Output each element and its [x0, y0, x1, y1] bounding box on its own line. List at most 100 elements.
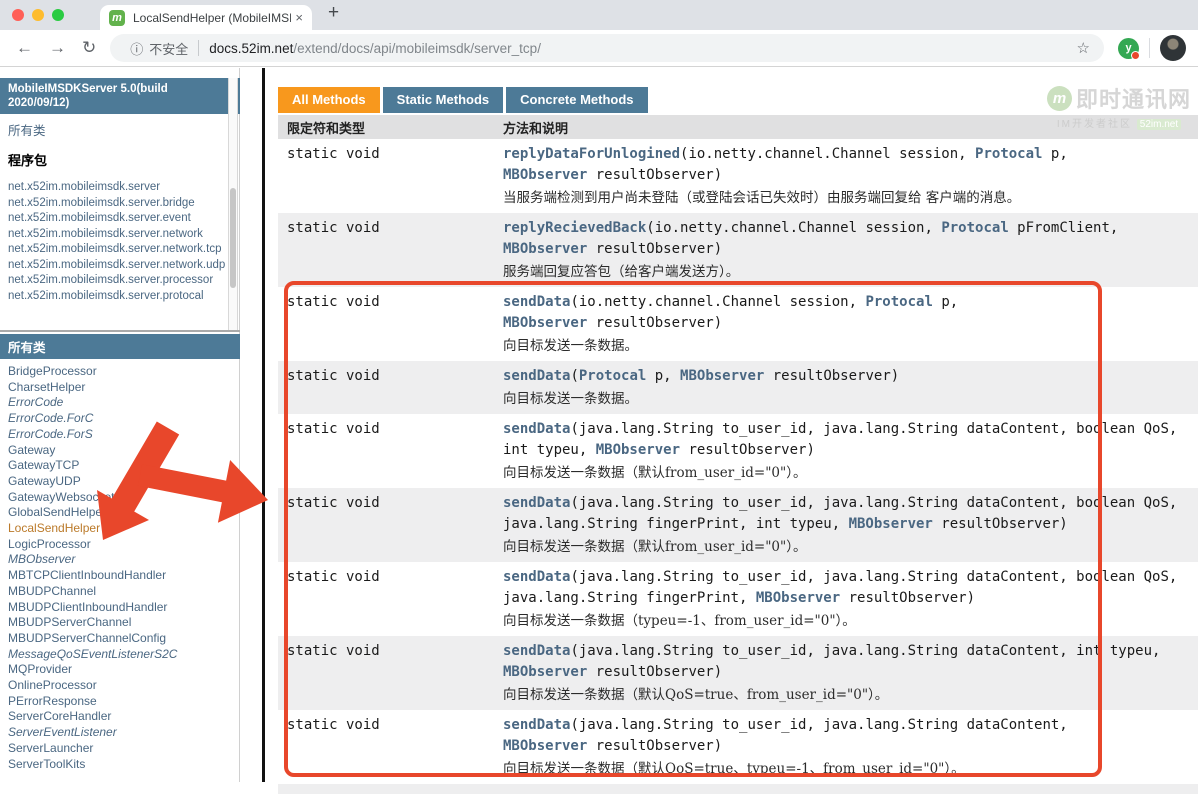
class-link[interactable]: CharsetHelper [8, 380, 85, 394]
class-link[interactable]: Gateway [8, 443, 55, 457]
class-list-item: MBTCPClientInboundHandler [8, 568, 177, 584]
security-label: 不安全 [149, 39, 188, 58]
all-classes-link[interactable]: 所有类 [8, 120, 46, 139]
method-cell: replyDataForUnlogined(io.netty.channel.C… [494, 139, 1198, 213]
type-link[interactable]: MBObserver [680, 368, 764, 384]
class-link[interactable]: GatewayTCP [8, 458, 79, 472]
method-table: static voidreplyDataForUnlogined(io.nett… [278, 139, 1198, 784]
bookmark-star-icon[interactable]: ☆ [1077, 39, 1090, 57]
class-link[interactable]: GatewayUDP [8, 474, 81, 488]
method-summary-panel: All MethodsStatic MethodsConcrete Method… [265, 68, 1198, 782]
method-link[interactable]: sendData [503, 643, 570, 659]
package-link[interactable]: net.x52im.mobileimsdk.server.event [8, 212, 191, 224]
method-link[interactable]: sendData [503, 495, 570, 511]
class-link[interactable]: BridgeProcessor [8, 364, 97, 378]
method-signature: sendData(io.netty.channel.Channel sessio… [503, 292, 1188, 334]
type-link[interactable]: Protocal [579, 368, 646, 384]
method-link[interactable]: sendData [503, 368, 570, 384]
tab-all-methods[interactable]: All Methods [278, 87, 380, 113]
class-link[interactable]: GatewayWebsocket [8, 490, 115, 504]
class-list-item: GatewayWebsocket [8, 490, 177, 506]
class-link[interactable]: MBTCPClientInboundHandler [8, 568, 166, 582]
class-link[interactable]: MQProvider [8, 662, 72, 676]
type-link[interactable]: MBObserver [503, 167, 587, 183]
class-link[interactable]: MBObserver [8, 552, 75, 566]
class-link[interactable]: ErrorCode.ForS [8, 427, 93, 441]
class-list-item: ErrorCode.ForC [8, 411, 177, 427]
type-link[interactable]: MBObserver [849, 516, 933, 532]
profile-avatar[interactable] [1160, 35, 1186, 61]
method-link[interactable]: sendData [503, 569, 570, 585]
site-favicon-icon: m [109, 10, 125, 26]
method-link[interactable]: sendData [503, 294, 570, 310]
class-link[interactable]: GlobalSendHelper [8, 505, 106, 519]
package-scrollbar-thumb[interactable] [230, 188, 236, 288]
type-link[interactable]: Protocal [865, 294, 932, 310]
class-link[interactable]: LogicProcessor [8, 537, 91, 551]
package-link[interactable]: net.x52im.mobileimsdk.server.network [8, 228, 203, 240]
class-link[interactable]: MBUDPServerChannelConfig [8, 631, 166, 645]
type-link[interactable]: MBObserver [503, 315, 587, 331]
method-cell: sendData(io.netty.channel.Channel sessio… [494, 287, 1198, 361]
class-list: BridgeProcessor CharsetHelperErrorCode Err… [8, 364, 177, 772]
class-link[interactable]: ErrorCode.ForC [8, 411, 93, 425]
tab-static-methods[interactable]: Static Methods [383, 87, 503, 113]
type-link[interactable]: MBObserver [503, 241, 587, 257]
class-link[interactable]: MBUDPChannel [8, 584, 96, 598]
class-link[interactable]: OnlineProcessor [8, 678, 97, 692]
package-link[interactable]: net.x52im.mobileimsdk.server [8, 181, 160, 193]
class-link[interactable]: ErrorCode [8, 395, 63, 409]
method-cell: sendData(java.lang.String to_user_id, ja… [494, 414, 1198, 488]
maximize-window-button[interactable] [52, 9, 64, 21]
tab-concrete-methods[interactable]: Concrete Methods [506, 87, 647, 113]
method-description: 向目标发送一条数据。 [503, 337, 1188, 356]
info-icon[interactable]: ⓘ [130, 39, 143, 58]
window-controls[interactable] [12, 9, 64, 21]
type-link[interactable]: MBObserver [596, 442, 680, 458]
package-link[interactable]: net.x52im.mobileimsdk.server.protocal [8, 290, 204, 302]
modifier-cell: static void [278, 287, 494, 361]
tab-close-icon[interactable]: × [295, 10, 303, 25]
method-signature: sendData(java.lang.String to_user_id, ja… [503, 715, 1188, 757]
forward-icon[interactable]: → [49, 38, 66, 58]
browser-tab[interactable]: m LocalSendHelper (MobileIMSD × [100, 5, 312, 30]
method-cell: sendData(Protocal p, MBObserver resultOb… [494, 361, 1198, 414]
class-link[interactable]: MessageQoSEventListenerS2C [8, 647, 177, 661]
class-link[interactable]: ServerEventListener [8, 725, 117, 739]
package-link[interactable]: net.x52im.mobileimsdk.server.processor [8, 274, 213, 286]
class-list-item: MBUDPClientInboundHandler [8, 600, 177, 616]
package-link[interactable]: net.x52im.mobileimsdk.server.network.udp [8, 259, 225, 271]
method-row: static voidsendData(java.lang.String to_… [278, 488, 1198, 562]
type-link[interactable]: Protocal [975, 146, 1042, 162]
extension-icon[interactable]: y [1118, 38, 1139, 59]
type-link[interactable]: MBObserver [756, 590, 840, 606]
type-link[interactable]: MBObserver [503, 664, 587, 680]
method-link[interactable]: sendData [503, 717, 570, 733]
class-list-item: ErrorCode.ForS [8, 427, 177, 443]
class-list-item: MBUDPServerChannelConfig [8, 631, 177, 647]
method-link[interactable]: replyDataForUnlogined [503, 146, 680, 162]
address-bar[interactable]: ⓘ 不安全 docs.52im.net /extend/docs/api/mob… [110, 34, 1104, 62]
method-link[interactable]: sendData [503, 421, 570, 437]
class-link[interactable]: MBUDPClientInboundHandler [8, 600, 167, 614]
new-tab-button[interactable]: + [328, 2, 339, 24]
reload-icon[interactable]: ↻ [82, 38, 96, 58]
class-list-item: ErrorCode [8, 395, 177, 411]
class-link[interactable]: PErrorResponse [8, 694, 97, 708]
class-link[interactable]: MBUDPServerChannel [8, 615, 131, 629]
class-link-current[interactable]: LocalSendHelper [8, 521, 100, 535]
back-icon[interactable]: ← [16, 38, 33, 58]
package-link[interactable]: net.x52im.mobileimsdk.server.network.tcp [8, 243, 221, 255]
method-cell: sendData(java.lang.String to_user_id, ja… [494, 562, 1198, 636]
type-link[interactable]: MBObserver [503, 738, 587, 754]
class-link[interactable]: ServerLauncher [8, 741, 93, 755]
package-link[interactable]: net.x52im.mobileimsdk.server.bridge [8, 197, 195, 209]
class-link[interactable]: ServerToolKits [8, 757, 85, 771]
class-link[interactable]: ServerCoreHandler [8, 709, 111, 723]
method-link[interactable]: replyRecievedBack [503, 220, 646, 236]
modifier-cell: static void [278, 414, 494, 488]
close-window-button[interactable] [12, 9, 24, 21]
package-scrollbar[interactable] [228, 78, 238, 330]
type-link[interactable]: Protocal [941, 220, 1008, 236]
minimize-window-button[interactable] [32, 9, 44, 21]
